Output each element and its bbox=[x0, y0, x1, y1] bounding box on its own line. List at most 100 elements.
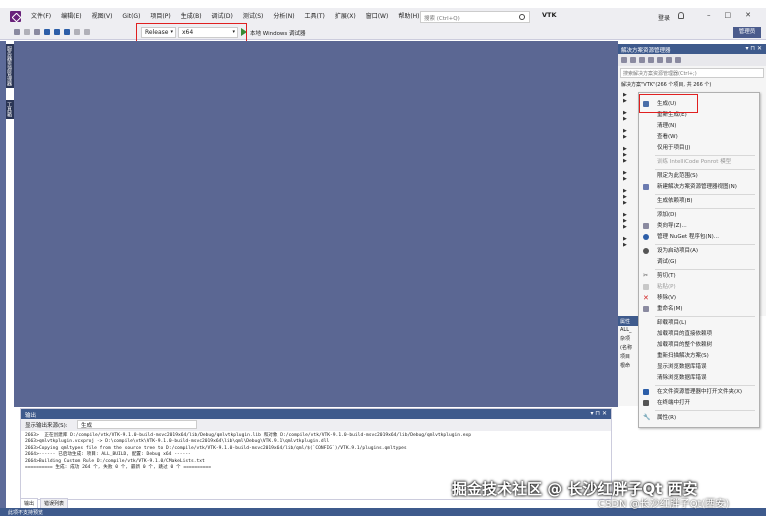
menu-extensions[interactable]: 扩展(X) bbox=[330, 13, 361, 21]
ctx-debug[interactable]: 调试(G) bbox=[639, 257, 759, 267]
ctx-remove[interactable]: ✕ 移除(V) bbox=[639, 293, 759, 303]
ctx-show-db-errors[interactable]: 显示浏览数据库错误 bbox=[639, 362, 759, 372]
title-bar: 文件(F) 编辑(E) 视图(V) Git(G) 项目(P) 生成(B) 调试(… bbox=[0, 8, 766, 26]
forward-icon[interactable] bbox=[24, 29, 30, 35]
scissors-icon: ✂ bbox=[643, 272, 649, 279]
settings-icon[interactable] bbox=[675, 57, 681, 63]
status-text: 此项不支持预览 bbox=[8, 510, 44, 516]
ctx-load-dep-tree[interactable]: 加载项目的整个依赖树 bbox=[639, 340, 759, 350]
solution-title: VTK bbox=[542, 11, 557, 19]
ctx-rename[interactable]: 重命名(M) bbox=[639, 304, 759, 314]
toolbar: Release ▾ x64 ▾ 本地 Windows 调试器 bbox=[0, 26, 766, 40]
ctx-build-dependencies[interactable]: 生成依赖项(B) bbox=[639, 196, 759, 206]
panel-controls-icon[interactable]: ▾ ⊓ ✕ bbox=[745, 45, 762, 52]
ctx-clear-db-errors[interactable]: 清除浏览数据库错误 bbox=[639, 373, 759, 383]
ctx-clean[interactable]: 清理(N) bbox=[639, 121, 759, 131]
properties-line: 项目 bbox=[620, 354, 631, 360]
separator bbox=[655, 155, 755, 156]
properties-panel: 属性 ALL_ 杂项 (名称 项目 根命 bbox=[618, 316, 638, 406]
menu-edit[interactable]: 编辑(E) bbox=[56, 13, 86, 21]
back-icon[interactable] bbox=[14, 29, 20, 35]
ctx-unload-project[interactable]: 卸载项目(L) bbox=[639, 318, 759, 328]
separator bbox=[655, 385, 755, 386]
collapse-icon[interactable] bbox=[666, 57, 672, 63]
ctx-project-only[interactable]: 仅用于项目(J) bbox=[639, 143, 759, 153]
open-folder-icon bbox=[643, 389, 649, 395]
visual-studio-logo-icon bbox=[10, 11, 21, 22]
save-all-icon[interactable] bbox=[64, 29, 70, 35]
side-tab-server-explorer[interactable]: 服务器资源管理器 bbox=[6, 44, 14, 88]
refresh-icon[interactable] bbox=[657, 57, 663, 63]
menu-test[interactable]: 测试(S) bbox=[238, 13, 269, 21]
log-line: ========== 生成: 成功 264 个, 失败 0 个, 最新 0 个,… bbox=[25, 465, 212, 471]
ctx-view[interactable]: 查看(W) bbox=[639, 132, 759, 142]
tree-arrows: ▶ ▶ ▶ ▶ ▶ ▶ ▶ ▶ ▶ ▶ ▶ ▶ ▶ ▶ ▶ ▶ ▶ ▶ ▶ bbox=[623, 92, 627, 248]
separator bbox=[655, 208, 755, 209]
panel-controls-icon[interactable]: ▾ ⊓ ✕ bbox=[590, 410, 607, 417]
menu-git[interactable]: Git(G) bbox=[117, 13, 145, 21]
ctx-add[interactable]: 添加(D) bbox=[639, 210, 759, 220]
menu-build[interactable]: 生成(B) bbox=[176, 13, 207, 21]
solution-search-input[interactable]: 搜索解决方案资源管理器(Ctrl+;) bbox=[620, 68, 764, 78]
solution-explorer-toolbar bbox=[618, 54, 766, 66]
ctx-properties[interactable]: 🔧 属性(R) bbox=[639, 413, 759, 423]
explorer-view-icon bbox=[643, 184, 649, 190]
solution-explorer-title: 解决方案资源管理器 ▾ ⊓ ✕ bbox=[618, 44, 766, 54]
ctx-set-startup[interactable]: 设为启动项目(A) bbox=[639, 246, 759, 256]
wrench-icon: 🔧 bbox=[643, 414, 651, 421]
forward-icon[interactable] bbox=[630, 57, 636, 63]
toolbar-icons bbox=[14, 29, 90, 35]
ctx-cut[interactable]: ✂ 剪切(T) bbox=[639, 271, 759, 281]
login-button[interactable]: 登录 bbox=[658, 13, 670, 22]
menu-project[interactable]: 项目(P) bbox=[145, 13, 175, 21]
gear-icon bbox=[643, 248, 649, 254]
home-icon[interactable] bbox=[639, 57, 645, 63]
output-source-label: 显示输出来源(S): bbox=[25, 423, 68, 429]
properties-line: ALL_ bbox=[620, 327, 632, 333]
properties-line: (名称 bbox=[620, 345, 632, 351]
ctx-train-intellicode: 训练 IntelliCode Ponrot 模型 bbox=[657, 159, 732, 165]
maximize-icon[interactable]: □ bbox=[725, 11, 732, 19]
redo-icon[interactable] bbox=[84, 29, 90, 35]
terminal-icon bbox=[643, 400, 649, 406]
sync-icon[interactable] bbox=[648, 57, 654, 63]
user-icon[interactable] bbox=[678, 12, 684, 19]
ctx-load-direct-deps[interactable]: 加载项目的直接依赖项 bbox=[639, 329, 759, 339]
output-log: 2663> 正在创建库 D:/compile/vtk/VTK-9.1.0-bui… bbox=[21, 431, 611, 473]
solution-root[interactable]: 解决方案"VTK"(266 个项目, 共 266 个) bbox=[618, 80, 766, 89]
output-source-dropdown[interactable]: 生成 bbox=[77, 420, 197, 429]
menu-bar: 文件(F) 编辑(E) 视图(V) Git(G) 项目(P) 生成(B) 调试(… bbox=[26, 13, 425, 21]
admin-badge[interactable]: 管理员 bbox=[733, 27, 761, 38]
menu-view[interactable]: 视图(V) bbox=[87, 13, 118, 21]
properties-line: 根命 bbox=[620, 363, 631, 369]
editor-area bbox=[14, 41, 618, 407]
properties-line: 杂项 bbox=[620, 336, 631, 342]
ctx-manage-nuget[interactable]: 管理 NuGet 程序包(N)... bbox=[639, 232, 759, 242]
ctx-rescan-solution[interactable]: 重新扫描解决方案(S) bbox=[639, 351, 759, 361]
minimize-icon[interactable]: – bbox=[707, 11, 711, 19]
ctx-class-wizard[interactable]: 类向导(Z)... bbox=[639, 221, 759, 231]
menu-analyze[interactable]: 分析(N) bbox=[268, 13, 299, 21]
ctx-open-in-terminal[interactable]: 在终端中打开 bbox=[639, 398, 759, 408]
menu-debug[interactable]: 调试(D) bbox=[207, 13, 238, 21]
ctx-scope-to-this[interactable]: 限定为此范围(S) bbox=[639, 171, 759, 181]
open-icon[interactable] bbox=[44, 29, 50, 35]
search-input[interactable]: 搜索 (Ctrl+Q) bbox=[420, 11, 530, 23]
debugger-button[interactable]: 本地 Windows 调试器 bbox=[250, 29, 306, 37]
undo-icon[interactable] bbox=[74, 29, 80, 35]
save-icon[interactable] bbox=[54, 29, 60, 35]
menu-file[interactable]: 文件(F) bbox=[26, 13, 56, 21]
ctx-open-in-explorer[interactable]: 在文件资源管理器中打开文件夹(X) bbox=[639, 387, 759, 397]
highlight-box-build bbox=[639, 94, 698, 113]
search-icon bbox=[519, 14, 525, 20]
watermark-sub: CSDN @长沙红胖子Qt(西安) bbox=[598, 499, 730, 510]
back-icon[interactable] bbox=[621, 57, 627, 63]
side-tab-toolbox[interactable]: 工具箱 bbox=[6, 100, 14, 119]
separator bbox=[655, 194, 755, 195]
ctx-new-explorer-view[interactable]: 新建解决方案资源管理器视图(N) bbox=[639, 182, 759, 192]
close-icon[interactable]: ✕ bbox=[745, 11, 751, 19]
menu-window[interactable]: 窗口(W) bbox=[361, 13, 394, 21]
separator bbox=[655, 244, 755, 245]
new-project-icon[interactable] bbox=[34, 29, 40, 35]
menu-tools[interactable]: 工具(T) bbox=[300, 13, 330, 21]
